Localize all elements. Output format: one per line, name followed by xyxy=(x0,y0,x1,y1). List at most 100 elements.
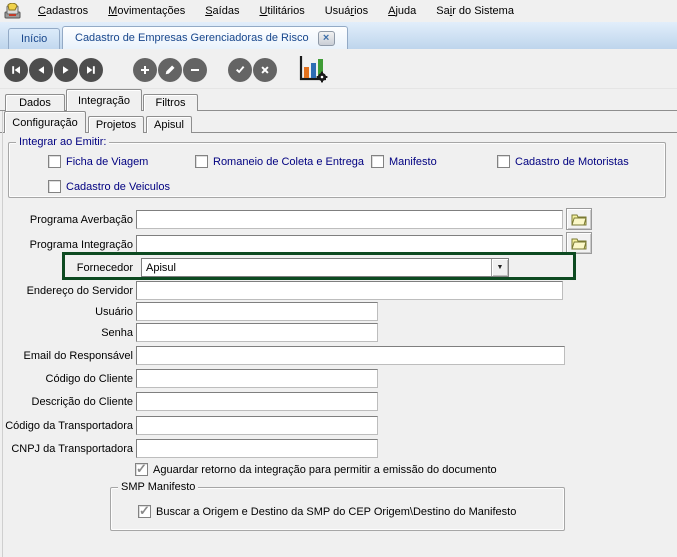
field-label: Email do Responsável xyxy=(0,349,133,363)
cnpj-da-transportadora-input[interactable] xyxy=(136,439,378,458)
endereco-do-servidor-input[interactable] xyxy=(136,281,563,300)
field-label: Fornecedor xyxy=(0,261,133,275)
tab-label: Filtros xyxy=(156,97,186,109)
edit-record-button[interactable] xyxy=(158,58,182,82)
menu-label: juda xyxy=(395,5,416,17)
tab-label: Cadastro de Empresas Gerenciadoras de Ri… xyxy=(75,32,309,44)
usuario-input[interactable] xyxy=(136,302,378,321)
cancel-button[interactable] xyxy=(253,58,277,82)
subtab-apisul[interactable]: Apisul xyxy=(146,116,192,133)
menu-label: ovimentações xyxy=(117,5,185,17)
field-label: Programa Averbação xyxy=(0,213,133,227)
open-folder-icon xyxy=(571,213,587,226)
checkbox-box[interactable]: ✓ xyxy=(48,180,61,193)
field-label: CNPJ da Transportadora xyxy=(0,442,133,456)
email-do-responsavel-input[interactable] xyxy=(136,346,565,365)
fornecedor-dropdown[interactable]: Apisul ▼ xyxy=(141,258,509,277)
codigo-do-cliente-input[interactable] xyxy=(136,369,378,388)
senha-input[interactable] xyxy=(136,323,378,342)
insert-record-icon xyxy=(139,64,151,76)
checkbox-cadastro-de-veiculos[interactable]: ✓ Cadastro de Veiculos xyxy=(48,180,170,193)
programa-integracao-input[interactable] xyxy=(136,235,563,254)
last-record-button[interactable] xyxy=(79,58,103,82)
first-record-icon xyxy=(10,64,22,76)
menu-item-utilitarios[interactable]: Utilitários xyxy=(249,3,314,19)
menu-label: adastros xyxy=(46,5,88,17)
edit-record-icon xyxy=(164,64,176,76)
confirm-button[interactable] xyxy=(228,58,252,82)
close-icon: × xyxy=(323,33,329,44)
menu-label: ios xyxy=(354,5,368,17)
checkbox-label: Ficha de Viagem xyxy=(66,156,148,168)
prior-record-button[interactable] xyxy=(29,58,53,82)
checkbox-ficha-de-viagem[interactable]: ✓ Ficha de Viagem xyxy=(48,155,148,168)
confirm-icon xyxy=(234,64,246,76)
sub-tab-strip: Configuração Projetos Apisul xyxy=(0,111,677,133)
chevron-down-icon: ▼ xyxy=(497,264,504,271)
programa-integracao-browse-button[interactable] xyxy=(566,232,592,254)
checkbox-box[interactable]: ✓ xyxy=(135,463,148,476)
checkbox-box[interactable]: ✓ xyxy=(195,155,208,168)
checkbox-buscar-origem-destino-smp[interactable]: ✓ Buscar a Origem e Destino da SMP do CE… xyxy=(138,505,516,518)
subtab-configuracao[interactable]: Configuração xyxy=(4,111,86,133)
menu-bar: Cadastros Movimentações Saídas Utilitári… xyxy=(0,0,677,22)
check-icon: ✓ xyxy=(139,503,150,519)
menu-label: r do Sistema xyxy=(452,5,514,17)
tab-cadastro-empresas-gerenciadoras[interactable]: Cadastro de Empresas Gerenciadoras de Ri… xyxy=(62,26,348,49)
menu-item-ajuda[interactable]: Ajuda xyxy=(378,3,426,19)
dropdown-arrow-button[interactable]: ▼ xyxy=(491,259,508,276)
menu-item-saidas[interactable]: Saídas xyxy=(195,3,249,19)
checkbox-label: Cadastro de Veiculos xyxy=(66,181,170,193)
checkbox-box[interactable]: ✓ xyxy=(371,155,384,168)
menu-label: aídas xyxy=(213,5,240,17)
next-record-button[interactable] xyxy=(54,58,78,82)
checkbox-romaneio-coleta-entrega[interactable]: ✓ Romaneio de Coleta e Entrega xyxy=(195,155,364,168)
tab-label: Configuração xyxy=(12,117,77,129)
menu-item-movimentacoes[interactable]: Movimentações xyxy=(98,3,195,19)
checkbox-cadastro-de-motoristas[interactable]: ✓ Cadastro de Motoristas xyxy=(497,155,629,168)
tab-label: Integração xyxy=(78,95,130,107)
tab-dados[interactable]: Dados xyxy=(5,94,65,111)
descricao-do-cliente-input[interactable] xyxy=(136,392,378,411)
toolbar xyxy=(0,49,677,89)
menu-label: C xyxy=(38,5,46,17)
subtab-projetos[interactable]: Projetos xyxy=(88,116,144,133)
codigo-da-transportadora-input[interactable] xyxy=(136,416,378,435)
checkbox-label: Cadastro de Motoristas xyxy=(515,156,629,168)
delete-record-button[interactable] xyxy=(183,58,207,82)
open-folder-icon xyxy=(571,237,587,250)
tab-integracao[interactable]: Integração xyxy=(66,89,142,111)
tab-label: Início xyxy=(21,33,47,45)
tab-close-button[interactable]: × xyxy=(318,31,335,46)
checkbox-box[interactable]: ✓ xyxy=(497,155,510,168)
delete-record-icon xyxy=(189,64,201,76)
checkbox-box[interactable]: ✓ xyxy=(138,505,151,518)
next-record-icon xyxy=(60,64,72,76)
menu-label: M xyxy=(108,5,117,17)
first-record-button[interactable] xyxy=(4,58,28,82)
menu-item-sair-do-sistema[interactable]: Sair do Sistema xyxy=(426,3,524,19)
tab-inicio[interactable]: Início xyxy=(8,28,60,49)
programa-averbacao-input[interactable] xyxy=(136,210,563,229)
checkbox-label: Buscar a Origem e Destino da SMP do CEP … xyxy=(156,506,516,518)
field-label: Descrição do Cliente xyxy=(0,395,133,409)
dropdown-value: Apisul xyxy=(142,262,491,274)
checkbox-box[interactable]: ✓ xyxy=(48,155,61,168)
checkbox-label: Romaneio de Coleta e Entrega xyxy=(213,156,364,168)
menu-item-cadastros[interactable]: Cadastros xyxy=(28,3,98,19)
insert-record-button[interactable] xyxy=(133,58,157,82)
window-tab-bar: Início Cadastro de Empresas Gerenciadora… xyxy=(0,22,677,49)
tab-label: Dados xyxy=(19,97,51,109)
application-window: Cadastros Movimentações Saídas Utilitári… xyxy=(0,0,677,557)
tab-label: Apisul xyxy=(154,119,184,131)
menu-item-usuarios[interactable]: Usuários xyxy=(315,3,378,19)
checkbox-aguardar-retorno-integracao[interactable]: ✓ Aguardar retorno da integração para pe… xyxy=(135,463,497,476)
field-label: Código do Cliente xyxy=(0,372,133,386)
tab-filtros[interactable]: Filtros xyxy=(143,94,198,111)
menu-label: Sa xyxy=(436,5,449,17)
programa-averbacao-browse-button[interactable] xyxy=(566,208,592,230)
report-button[interactable] xyxy=(296,55,330,85)
menu-label: S xyxy=(205,5,212,17)
checkbox-manifesto[interactable]: ✓ Manifesto xyxy=(371,155,437,168)
field-label: Programa Integração xyxy=(0,238,133,252)
